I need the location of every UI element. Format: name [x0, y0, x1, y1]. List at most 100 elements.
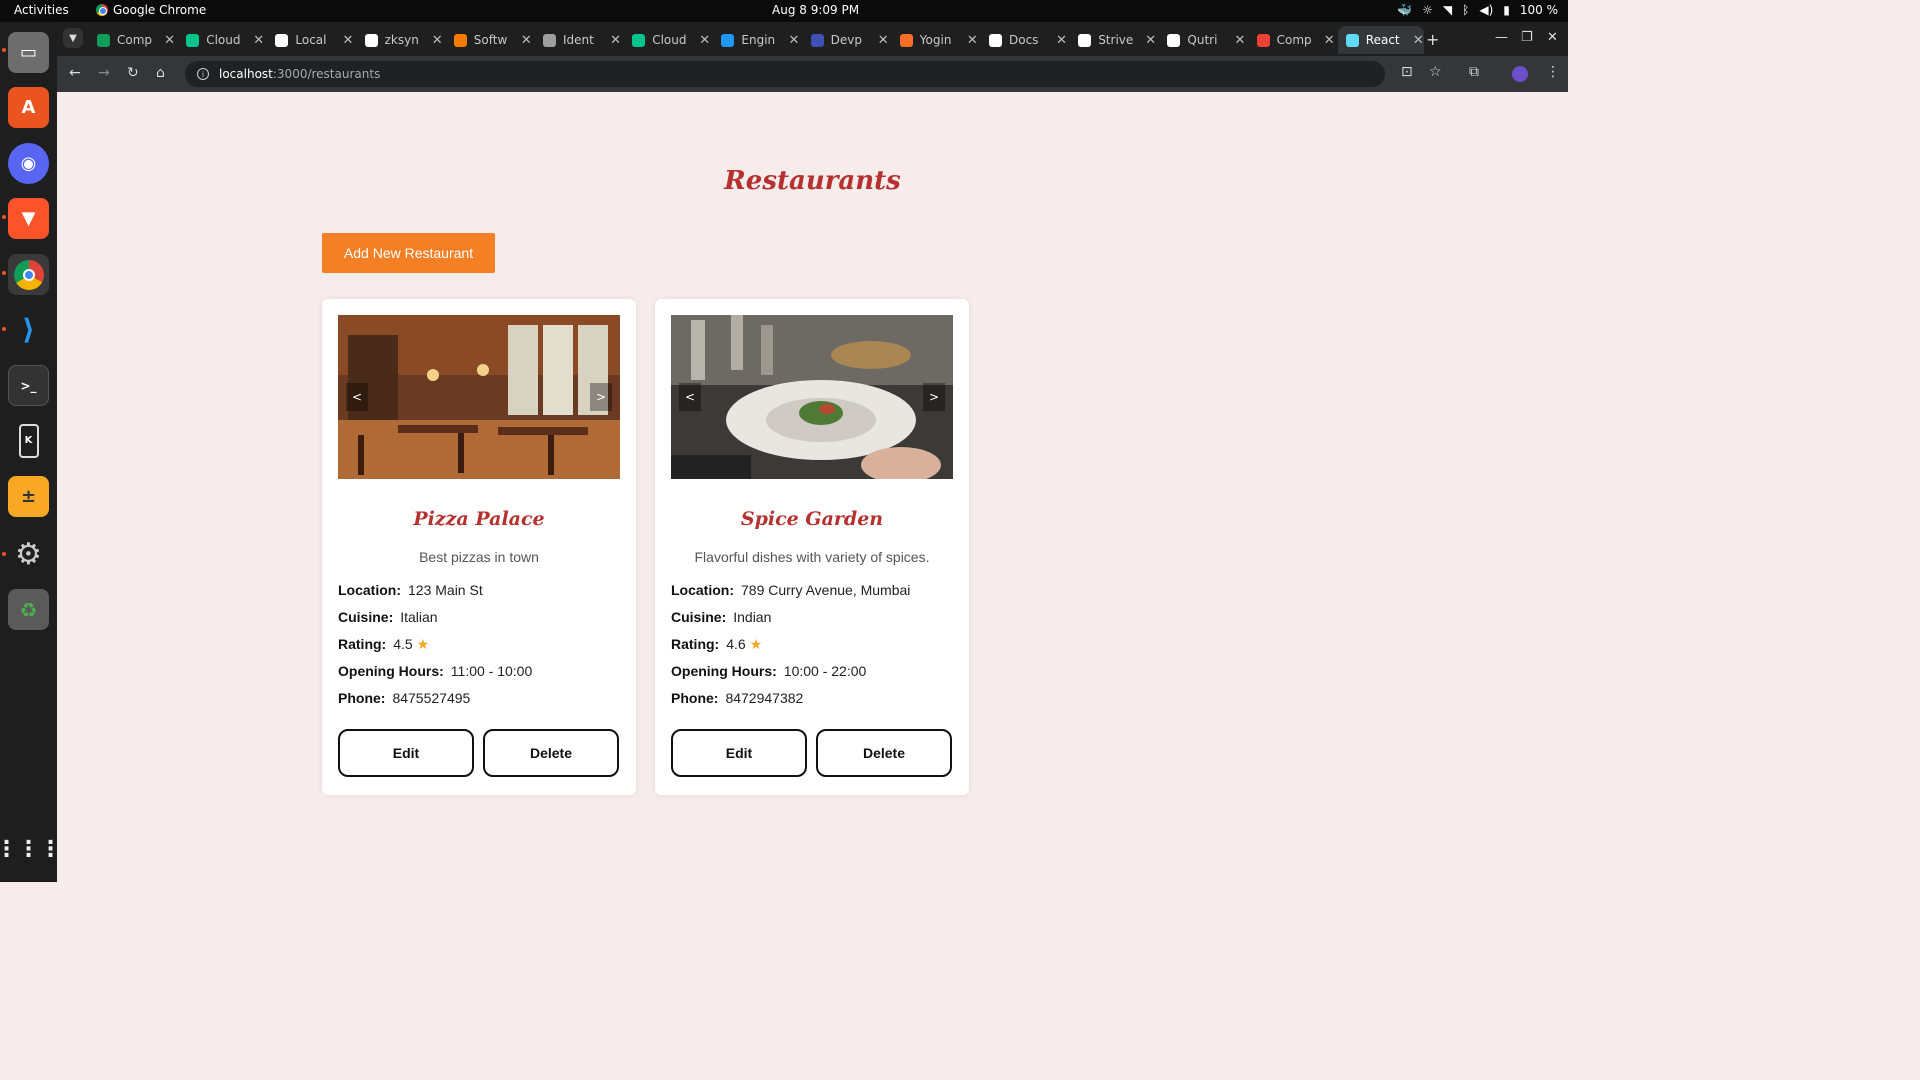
tab-close-icon[interactable]: ✕: [1145, 33, 1156, 48]
tab-favicon-icon: [899, 33, 913, 47]
browser-tab[interactable]: React ✕: [1337, 26, 1424, 54]
site-info-icon[interactable]: i: [197, 68, 209, 80]
tab-close-icon[interactable]: ✕: [253, 33, 264, 48]
carousel-next-button[interactable]: >: [590, 383, 612, 411]
rating-value: 4.5: [393, 636, 413, 652]
reload-button[interactable]: ↻: [127, 65, 139, 81]
edit-button[interactable]: Edit: [338, 729, 474, 777]
delete-button[interactable]: Delete: [816, 729, 952, 777]
phone-label: Phone:: [671, 690, 719, 706]
vscode-icon[interactable]: ⟩: [8, 309, 49, 350]
running-indicator: [2, 48, 6, 52]
browser-tab[interactable]: Cloud ✕: [624, 26, 710, 54]
tab-search-button[interactable]: ▼: [63, 28, 83, 48]
tab-close-icon[interactable]: ✕: [788, 33, 799, 48]
edit-button[interactable]: Edit: [671, 729, 807, 777]
tab-close-icon[interactable]: ✕: [967, 33, 978, 48]
carousel-next-button[interactable]: >: [923, 383, 945, 411]
browser-tab[interactable]: Ident ✕: [535, 26, 621, 54]
chrome-dock-icon[interactable]: [8, 254, 49, 295]
tab-favicon-icon: [275, 33, 289, 47]
dock: ▭ A ◉ ▼ ⟩ >_ K ± ⚙ ♻ ⋮⋮⋮: [0, 22, 62, 882]
running-indicator: [2, 215, 6, 219]
tab-title: Qutri: [1187, 33, 1218, 47]
hours-value: 10:00 - 22:00: [783, 663, 867, 679]
browser-tab[interactable]: Strive ✕: [1070, 26, 1156, 54]
tab-favicon-icon: [543, 33, 556, 47]
browser-tab[interactable]: Docs ✕: [981, 26, 1067, 54]
battery-level: 100 %: [1519, 3, 1558, 17]
activities-button[interactable]: Activities: [14, 3, 69, 17]
restaurant-name: Pizza Palace: [413, 508, 545, 530]
tab-close-icon[interactable]: ✕: [610, 33, 621, 48]
minimize-button[interactable]: —: [1495, 30, 1508, 45]
browser-tab[interactable]: Devp ✕: [803, 26, 889, 54]
tab-close-icon[interactable]: ✕: [1056, 33, 1067, 48]
tab-favicon-icon: [989, 33, 1002, 47]
browser-tab[interactable]: Comp ✕: [1249, 26, 1335, 54]
tab-close-icon[interactable]: ✕: [878, 33, 889, 48]
rating-label: Rating:: [338, 636, 387, 652]
clock[interactable]: Aug 8 9:09 PM: [772, 3, 859, 17]
browser-tab[interactable]: Qutri ✕: [1159, 26, 1245, 54]
location-row: Location: 123 Main St: [338, 582, 483, 598]
phone-row: Phone: 8475527495: [338, 690, 470, 706]
tab-close-icon[interactable]: ✕: [1234, 33, 1245, 48]
browser-tab[interactable]: Cloud ✕: [178, 26, 264, 54]
kdeconnect-icon[interactable]: K: [8, 420, 49, 461]
extensions-icon[interactable]: ⧉: [1469, 64, 1479, 80]
cuisine-value: Indian: [733, 609, 772, 625]
trash-icon[interactable]: ♻: [8, 589, 49, 630]
app-center-icon[interactable]: A: [8, 87, 49, 128]
tab-close-icon[interactable]: ✕: [1413, 33, 1424, 48]
carousel-prev-button[interactable]: <: [346, 383, 368, 411]
app-menu[interactable]: Google Chrome: [96, 3, 206, 17]
settings-icon[interactable]: ⚙: [8, 534, 49, 575]
browser-tab[interactable]: Local ✕: [267, 26, 353, 54]
chrome-icon: [96, 4, 108, 16]
browser-tab[interactable]: Yogin ✕: [892, 26, 978, 54]
terminal-icon[interactable]: >_: [8, 365, 49, 406]
url-path: :3000/restaurants: [272, 67, 381, 81]
discord-icon[interactable]: ◉: [8, 143, 49, 184]
tab-close-icon[interactable]: ✕: [342, 33, 353, 48]
system-tray[interactable]: 🐳 ☼ ◥ ᛒ ◀) ▮ 100 %: [1397, 3, 1558, 17]
tab-title: React: [1365, 33, 1400, 47]
close-window-button[interactable]: ✕: [1547, 30, 1558, 45]
address-bar[interactable]: i localhost:3000/restaurants: [185, 61, 1385, 87]
tab-close-icon[interactable]: ✕: [432, 33, 443, 48]
browser-tab[interactable]: Engin ✕: [713, 26, 799, 54]
tab-close-icon[interactable]: ✕: [521, 33, 532, 48]
browser-tab[interactable]: zksyn ✕: [357, 26, 443, 54]
tab-favicon-icon: [364, 33, 378, 47]
running-indicator: [2, 327, 6, 331]
back-button[interactable]: ←: [69, 65, 81, 81]
new-tab-button[interactable]: +: [1426, 30, 1439, 49]
tab-close-icon[interactable]: ✕: [1324, 33, 1335, 48]
maximize-button[interactable]: ❐: [1521, 30, 1533, 45]
browser-tab[interactable]: Softw ✕: [446, 26, 532, 54]
files-icon[interactable]: ▭: [8, 32, 49, 73]
chrome-menu-icon[interactable]: ⋮: [1546, 64, 1560, 80]
brave-icon[interactable]: ▼: [8, 198, 49, 239]
delete-button[interactable]: Delete: [483, 729, 619, 777]
browser-tab[interactable]: Comp ✕: [89, 26, 175, 54]
hours-label: Opening Hours:: [671, 663, 777, 679]
calculator-icon[interactable]: ±: [8, 476, 49, 517]
tab-close-icon[interactable]: ✕: [164, 33, 175, 48]
forward-button[interactable]: →: [98, 65, 110, 81]
profile-avatar[interactable]: [1512, 66, 1528, 82]
chrome-logo-icon: [13, 259, 44, 290]
tab-favicon-icon: [810, 33, 824, 47]
bookmark-star-icon[interactable]: ☆: [1429, 64, 1442, 80]
carousel-prev-button[interactable]: <: [679, 383, 701, 411]
phone-label: Phone:: [338, 690, 386, 706]
tab-favicon-icon: [632, 33, 646, 47]
add-restaurant-button[interactable]: Add New Restaurant: [322, 233, 495, 273]
tab-title: Strive: [1098, 33, 1134, 47]
tab-close-icon[interactable]: ✕: [699, 33, 710, 48]
install-app-icon[interactable]: ⊡: [1401, 64, 1413, 80]
app-name: Google Chrome: [113, 3, 207, 17]
show-apps-icon[interactable]: ⋮⋮⋮: [0, 829, 62, 870]
home-button[interactable]: ⌂: [156, 65, 165, 81]
